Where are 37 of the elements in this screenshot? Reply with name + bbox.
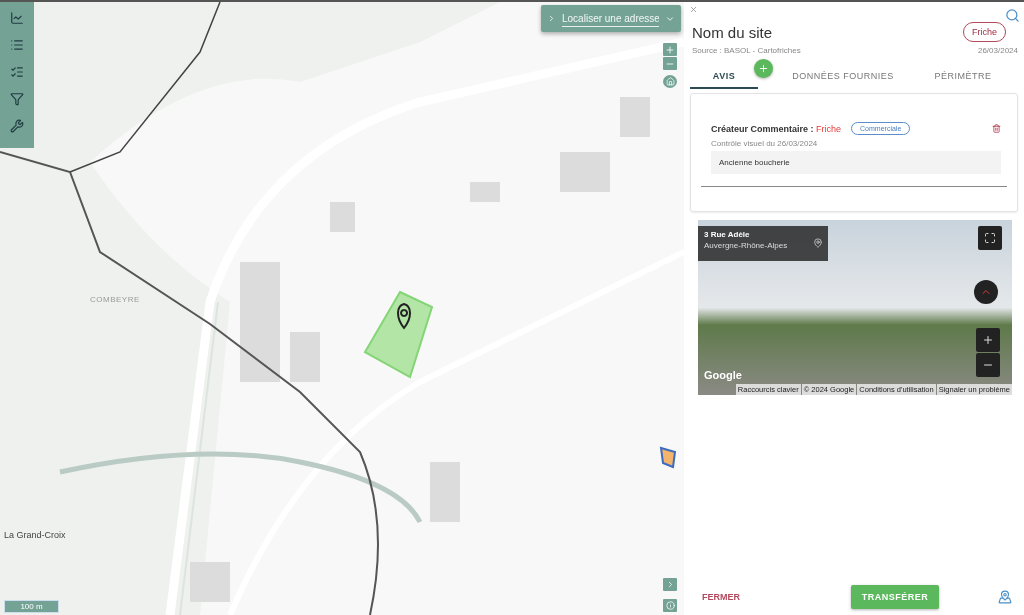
site-title: Nom du site [692,24,773,41]
compass-button[interactable] [974,280,998,304]
info-button[interactable] [663,599,677,612]
tab[interactable]: DONNÉES FOURNIES [773,61,913,89]
close-icon[interactable] [689,5,698,14]
delete-icon[interactable] [992,124,1001,133]
home-icon [665,77,675,86]
plus-icon [758,63,769,74]
plus-icon [665,44,675,55]
fullscreen-button[interactable] [978,226,1002,250]
comment-subtitle: Contrôle visuel du 26/03/2024 [710,138,819,148]
tab[interactable]: PÉRIMÈTRE [913,61,1013,89]
street-address: 3 Rue Adèle [704,230,751,239]
map-pin-icon [813,238,823,248]
expand-button[interactable] [663,578,677,591]
chevron-right-icon [547,14,556,23]
place-label: La Grand-Croix [4,530,66,540]
zoom-in-button[interactable] [663,43,677,56]
place-label: COMBEYRE [90,295,140,304]
info-icon [665,601,675,610]
zoom-out-button[interactable] [976,353,1000,377]
address-search-field[interactable]: Localiser une adresse [562,10,659,27]
street-region: Auvergne-Rhône-Alpes [704,241,789,250]
scale-bar: 100 m [4,600,59,613]
comment-text: Ancienne boucherie [711,151,1001,174]
search-icon[interactable] [1005,8,1020,23]
fullscreen-icon [984,232,996,244]
zoom-in-button[interactable] [976,328,1000,352]
plus-icon [982,334,994,346]
google-logo: Google [704,369,742,381]
comment-author: Créateur Commentaire : Friche [711,123,842,134]
location-pin-icon[interactable] [998,590,1012,604]
close-button[interactable]: FERMER [700,588,742,606]
date-text: 26/03/2024 [977,46,1018,55]
source-text: Source : BASOL - Cartofriches [692,46,801,55]
add-button[interactable] [754,59,773,78]
address-search[interactable]: Localiser une adresse [541,5,681,32]
